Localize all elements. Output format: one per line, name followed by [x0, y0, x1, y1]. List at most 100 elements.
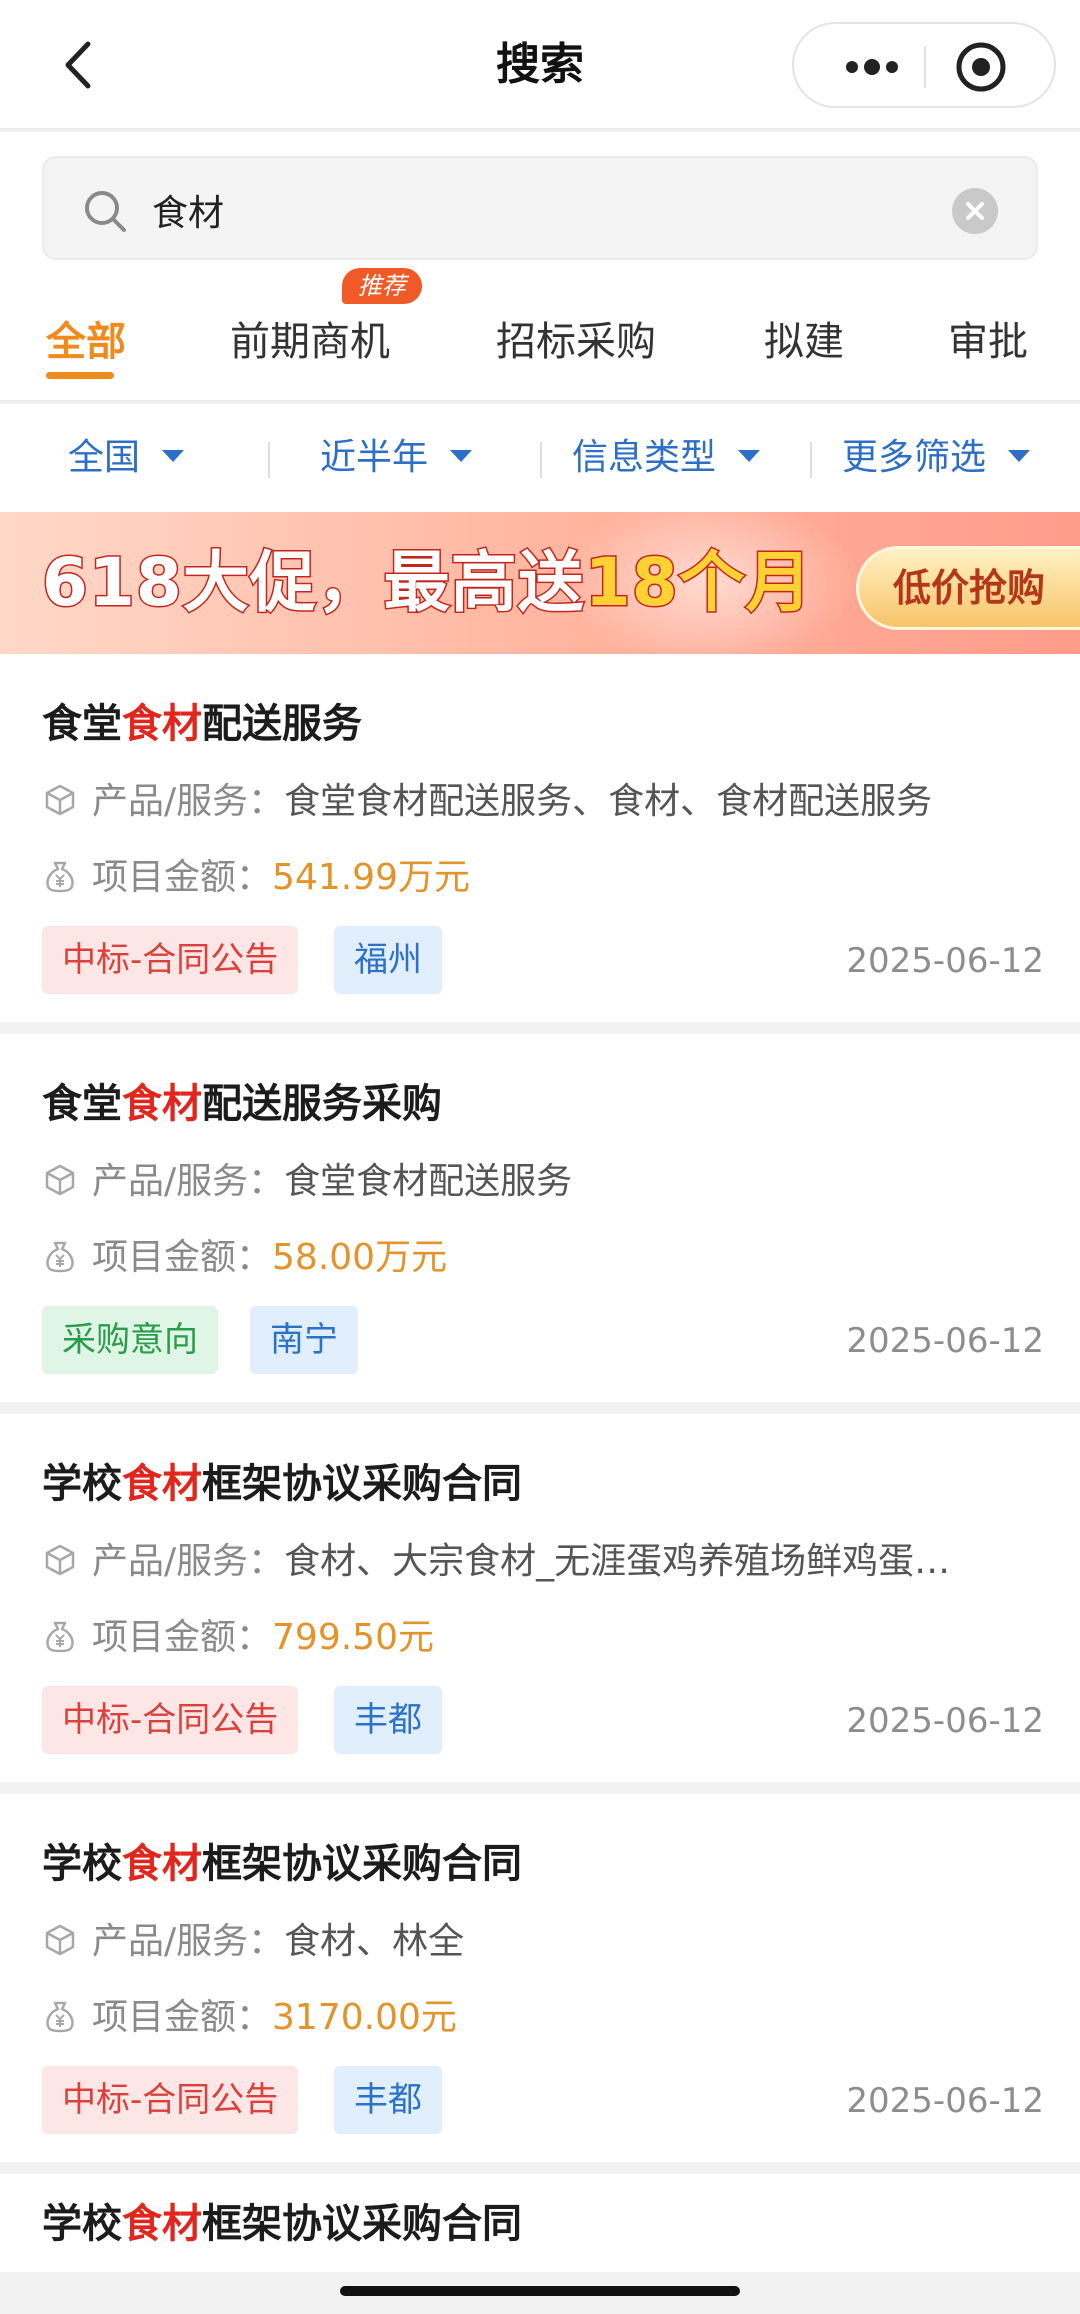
product-value: 食堂食材配送服务、食材、食材配送服务	[284, 781, 933, 822]
caret-down-icon	[450, 450, 473, 462]
keyword-highlight: 食材	[122, 1841, 202, 1887]
product-row: 产品/服务：食材、林全	[42, 1914, 1042, 1970]
product-value: 食材、林全	[284, 1921, 465, 1962]
publish-date: 2025-06-12	[846, 2081, 1044, 2121]
more-dots-icon	[846, 59, 898, 75]
amount-label: 项目金额：	[92, 1617, 273, 1658]
region-tag: 丰都	[334, 2066, 442, 2134]
clear-search-button[interactable]	[952, 188, 998, 234]
product-label: 产品/服务：	[92, 1541, 285, 1582]
amount-row: 项目金额：58.00万元	[42, 1230, 1042, 1286]
money-bag-icon	[46, 1241, 74, 1273]
result-title: 食堂食材配送服务采购	[42, 1081, 442, 1127]
promo-highlight: 18个月	[583, 543, 813, 623]
product-label: 产品/服务：	[92, 1921, 285, 1962]
clear-icon	[966, 202, 984, 220]
filter-info-type-label: 信息类型	[572, 437, 717, 478]
product-row: 产品/服务：食堂食材配送服务	[42, 1154, 1042, 1210]
promo-cta-button[interactable]: 低价抢购	[856, 546, 1080, 630]
amount-value: 541.99万元	[272, 857, 470, 898]
filter-divider	[268, 442, 270, 478]
notice-type-tag: 中标-合同公告	[42, 926, 299, 994]
amount-value: 3170.00元	[272, 1997, 457, 2038]
amount-label: 项目金额：	[92, 1237, 273, 1278]
product-label: 产品/服务：	[92, 1161, 285, 1202]
filter-divider	[810, 442, 812, 478]
close-miniapp-button[interactable]	[954, 40, 1008, 94]
tab-active-indicator	[46, 372, 114, 379]
money-bag-icon	[46, 2001, 74, 2033]
result-title: 学校食材框架协议采购合同	[42, 1841, 522, 1887]
region-tag: 丰都	[334, 1686, 442, 1754]
keyword-highlight: 食材	[122, 1081, 202, 1127]
money-bag-icon	[46, 861, 74, 893]
result-card[interactable]: 食堂食材配送服务 产品/服务：食堂食材配送服务、食材、食材配送服务 项目金额：5…	[0, 654, 1080, 1022]
recommend-badge: 推荐	[342, 268, 422, 304]
result-card[interactable]: 食堂食材配送服务采购 产品/服务：食堂食材配送服务 项目金额：58.00万元 采…	[0, 1034, 1080, 1402]
publish-date: 2025-06-12	[846, 1321, 1044, 1361]
result-card[interactable]: 学校食材框架协议采购合同	[0, 2174, 1080, 2272]
tab-approval[interactable]: 审批	[948, 312, 1028, 372]
box-icon	[45, 1164, 75, 1196]
filter-divider	[540, 442, 542, 478]
amount-row: 项目金额：3170.00元	[42, 1990, 1042, 2046]
tab-proposed[interactable]: 拟建	[764, 312, 844, 372]
target-icon	[956, 42, 1006, 92]
amount-value: 58.00万元	[272, 1237, 448, 1278]
product-row: 产品/服务：食材、大宗食材_无涯蛋鸡养殖场鲜鸡蛋…	[42, 1534, 1042, 1590]
region-tag: 福州	[334, 926, 442, 994]
promo-text: 618大促，最高送18个月	[41, 540, 814, 626]
box-icon	[45, 1924, 75, 1956]
caret-down-icon	[1008, 450, 1031, 462]
keyword-highlight: 食材	[122, 701, 202, 747]
result-card[interactable]: 学校食材框架协议采购合同 产品/服务：食材、林全 项目金额：3170.00元 中…	[0, 1794, 1080, 2162]
product-label: 产品/服务：	[92, 781, 285, 822]
region-tag: 南宁	[250, 1306, 358, 1374]
filter-time-label: 近半年	[320, 437, 429, 478]
product-row: 产品/服务：食堂食材配送服务、食材、食材配送服务	[42, 774, 1042, 830]
publish-date: 2025-06-12	[846, 941, 1044, 981]
product-value: 食堂食材配送服务	[284, 1161, 573, 1202]
home-indicator[interactable]	[340, 2286, 740, 2296]
amount-row: 项目金额：799.50元	[42, 1610, 1042, 1666]
notice-type-tag: 中标-合同公告	[42, 1686, 299, 1754]
tab-all[interactable]: 全部	[46, 312, 126, 372]
result-title: 学校食材框架协议采购合同	[42, 1461, 522, 1507]
notice-type-tag: 中标-合同公告	[42, 2066, 299, 2134]
keyword-highlight: 食材	[122, 2201, 202, 2247]
filter-bar: 全国 近半年 信息类型 更多筛选	[0, 404, 1080, 512]
keyword-highlight: 食材	[122, 1461, 202, 1507]
result-title: 食堂食材配送服务	[42, 701, 362, 747]
amount-row: 项目金额：541.99万元	[42, 850, 1042, 906]
notice-type-tag: 采购意向	[42, 1306, 218, 1374]
caret-down-icon	[738, 450, 761, 462]
amount-label: 项目金额：	[92, 857, 273, 898]
product-value: 食材、大宗食材_无涯蛋鸡养殖场鲜鸡蛋…	[284, 1541, 951, 1582]
filter-info-type[interactable]: 信息类型	[572, 428, 761, 488]
filter-region-label: 全国	[68, 437, 141, 478]
amount-value: 799.50元	[272, 1617, 434, 1658]
filter-time[interactable]: 近半年	[320, 428, 473, 488]
caret-down-icon	[162, 450, 185, 462]
miniapp-capsule	[792, 22, 1056, 108]
search-input[interactable]	[152, 178, 952, 242]
category-tabs: 全部 前期商机 推荐 招标采购 拟建 审批	[0, 268, 1080, 402]
capsule-divider	[924, 46, 926, 88]
filter-region[interactable]: 全国	[68, 428, 185, 488]
result-card[interactable]: 学校食材框架协议采购合同 产品/服务：食材、大宗食材_无涯蛋鸡养殖场鲜鸡蛋… 项…	[0, 1414, 1080, 1782]
box-icon	[45, 784, 75, 816]
search-box[interactable]	[42, 156, 1038, 260]
search-icon	[85, 191, 126, 232]
amount-label: 项目金额：	[92, 1997, 273, 2038]
box-icon	[45, 1544, 75, 1576]
promo-banner[interactable]: 618大促，最高送18个月 低价抢购	[0, 512, 1080, 654]
filter-more[interactable]: 更多筛选	[842, 428, 1031, 488]
tab-early-opportunities[interactable]: 前期商机	[230, 312, 390, 372]
tab-tender-procurement[interactable]: 招标采购	[496, 312, 656, 372]
result-title: 学校食材框架协议采购合同	[42, 2201, 522, 2247]
more-button[interactable]	[832, 42, 912, 92]
search-area	[0, 132, 1080, 268]
filter-more-label: 更多筛选	[842, 437, 987, 478]
money-bag-icon	[46, 1621, 74, 1653]
publish-date: 2025-06-12	[846, 1701, 1044, 1741]
